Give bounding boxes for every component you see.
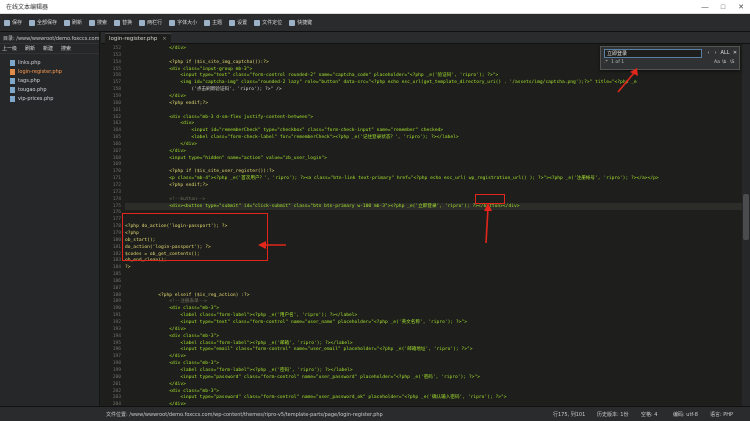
status-history[interactable]: 历史版本: 1份 (597, 411, 628, 418)
status-file-path: 文件位置: /www/wwwroot/demo.foxccs.com/wp-co… (106, 412, 383, 418)
status-indent[interactable]: 空格: 4 (641, 411, 657, 418)
editor-window: 在线文本编辑器 — □ ✕ 保存 全部保存 刷新 搜索 替换 两栏行 字体大小 … (0, 0, 750, 421)
annotation-arrows (258, 68, 638, 249)
status-encoding[interactable]: 编码: utf-8 (673, 411, 698, 418)
arrow-to-button-text (485, 207, 489, 244)
status-cursor-position: 行175, 列101 (553, 412, 586, 418)
status-bar: 文件位置: /www/wwwroot/demo.foxccs.com/wp-co… (0, 406, 750, 421)
arrowhead (484, 203, 492, 211)
status-language[interactable]: 语言: PHP (710, 411, 733, 418)
arrowhead (258, 241, 266, 249)
arrowhead (630, 68, 638, 76)
arrow-to-find-box (617, 72, 635, 93)
